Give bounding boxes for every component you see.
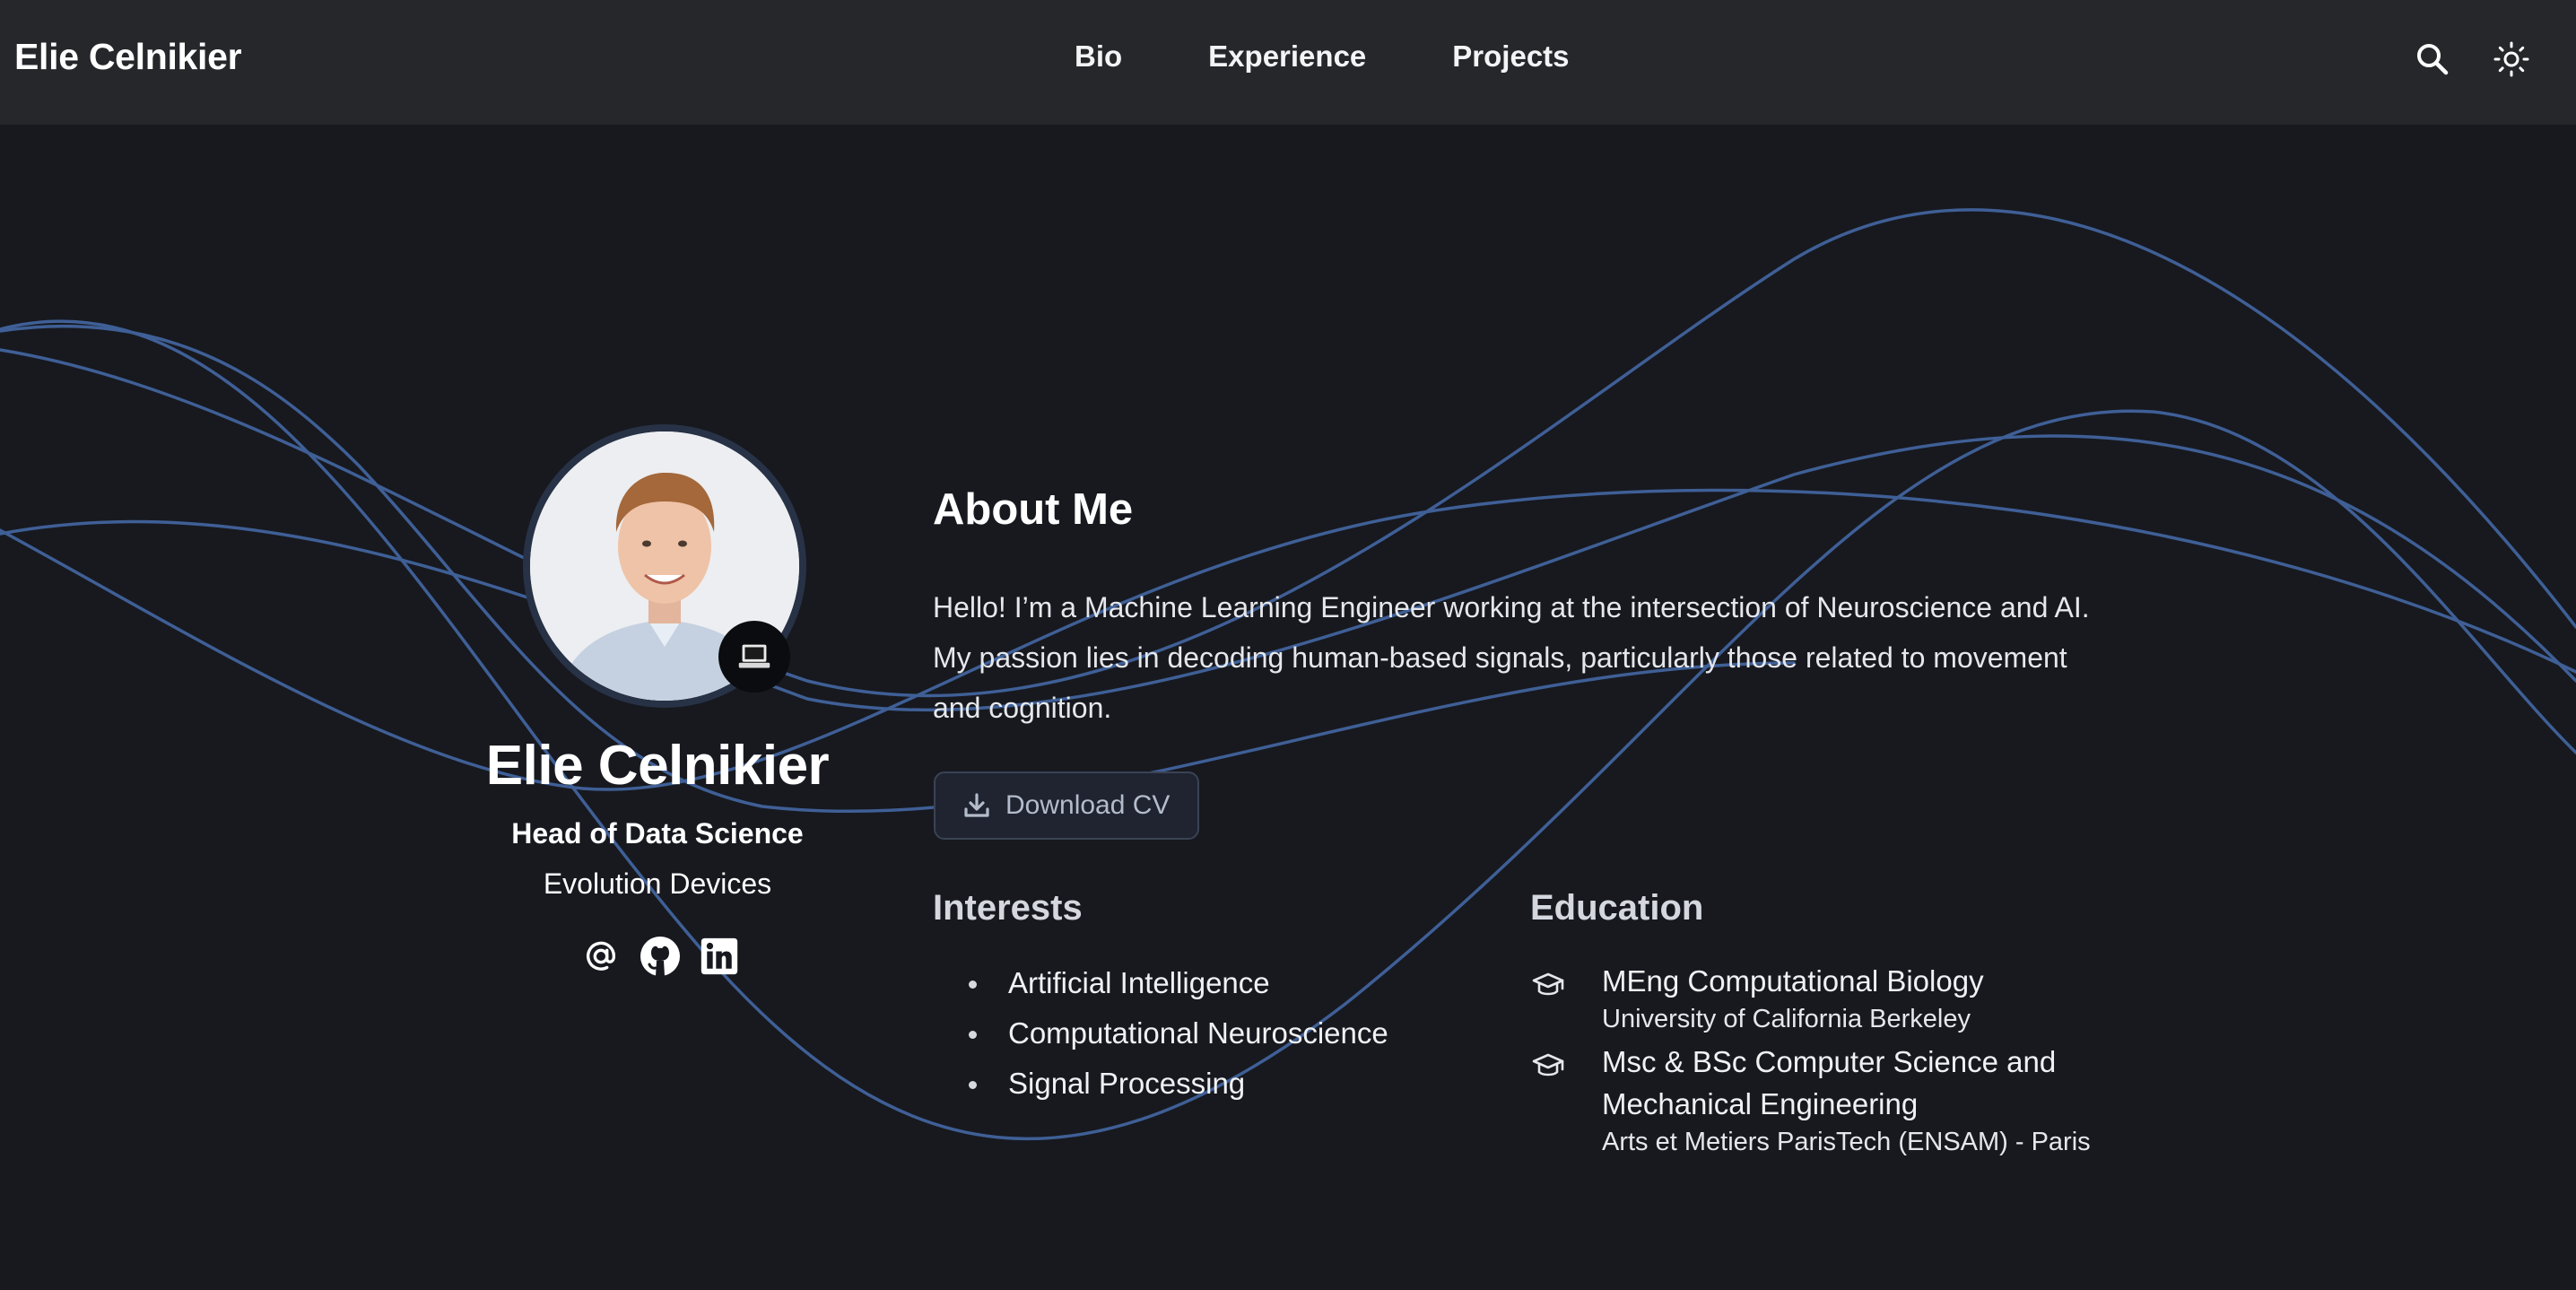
- about-title: About Me: [933, 485, 1134, 534]
- graduation-cap-icon: [1532, 1053, 1564, 1076]
- linkedin-icon[interactable]: [698, 935, 741, 978]
- profile-name: Elie Celnikier: [485, 735, 830, 797]
- education-degree: Msc & BSc Computer Science and Mechanica…: [1602, 1045, 2057, 1120]
- laptop-icon: [718, 621, 790, 693]
- download-icon: [964, 793, 989, 817]
- sun-icon[interactable]: [2492, 39, 2531, 79]
- education-school: University of California Berkeley: [1602, 1005, 1971, 1033]
- download-cv-button[interactable]: Download CV: [934, 771, 1199, 840]
- education-school: Arts et Metiers ParisTech (ENSAM) - Pari…: [1602, 1128, 2091, 1156]
- profile-avatar: [523, 424, 806, 708]
- graduation-cap-icon: [1532, 972, 1564, 996]
- about-text: Hello! I’m a Machine Learning Engineer w…: [933, 591, 2090, 724]
- profile-organization: Evolution Devices: [543, 867, 772, 900]
- top-navbar: Elie Celnikier Bio Experience Projects: [0, 0, 2576, 125]
- nav-link-projects[interactable]: Projects: [1452, 39, 1569, 74]
- site-brand-link[interactable]: Elie Celnikier: [14, 36, 242, 78]
- interests-list: Artificial Intelligence Computational Ne…: [933, 958, 1388, 1109]
- nav-link-bio[interactable]: Bio: [1075, 39, 1122, 74]
- main-nav: Bio Experience Projects: [1075, 39, 1570, 74]
- github-icon[interactable]: [639, 935, 682, 978]
- profile-role: Head of Data Science: [511, 817, 804, 850]
- interest-item: Signal Processing: [933, 1059, 1388, 1109]
- interests-title: Interests: [933, 888, 1083, 928]
- interest-item: Artificial Intelligence: [933, 958, 1388, 1008]
- nav-link-experience[interactable]: Experience: [1208, 39, 1366, 74]
- education-degree: MEng Computational Biology: [1602, 964, 1984, 998]
- search-icon[interactable]: [2413, 39, 2452, 79]
- download-cv-label: Download CV: [1005, 790, 1171, 820]
- social-links: [579, 935, 757, 978]
- education-title: Education: [1530, 888, 1704, 928]
- main-content: Elie Celnikier Head of Data Science Evol…: [0, 0, 2576, 1290]
- interest-item: Computational Neuroscience: [933, 1008, 1388, 1059]
- email-icon[interactable]: [579, 935, 622, 978]
